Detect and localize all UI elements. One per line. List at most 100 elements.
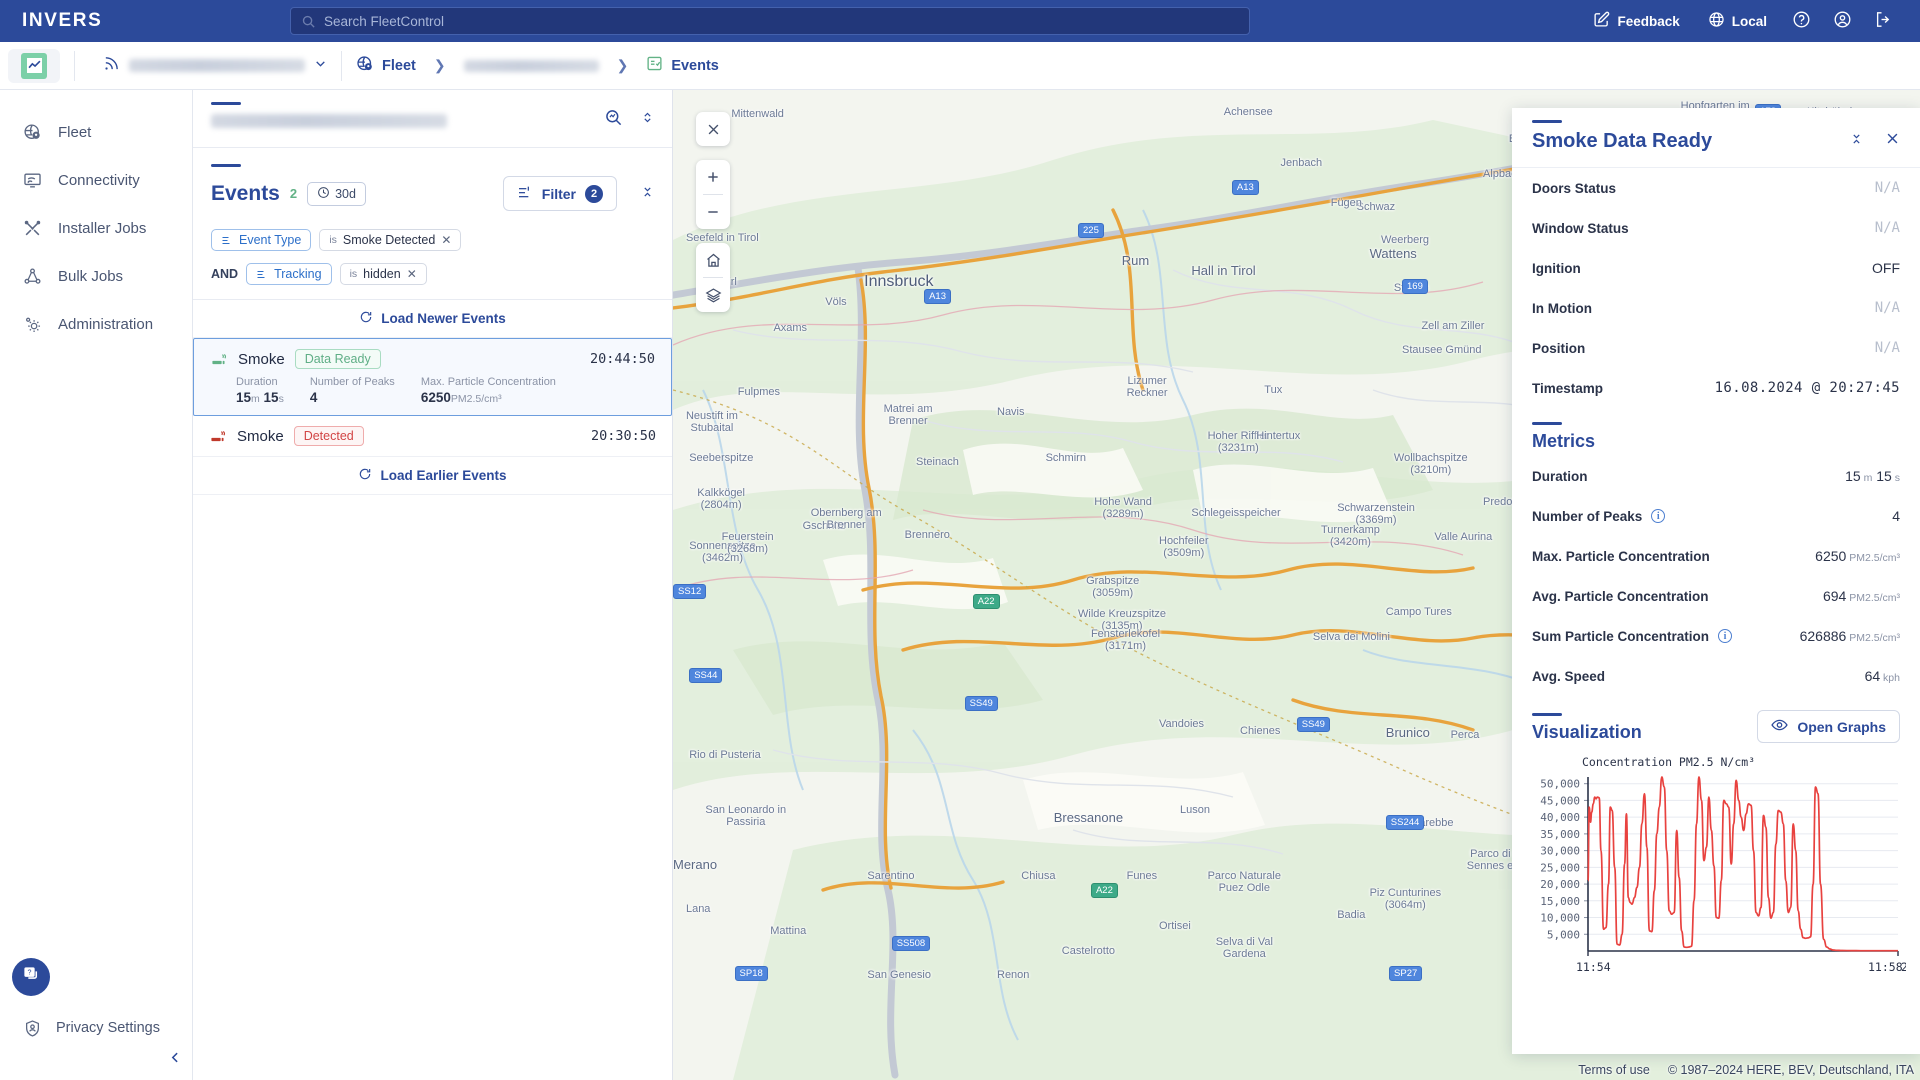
accent-bar	[211, 102, 241, 105]
question-circle-icon	[1792, 10, 1811, 32]
organization-name	[129, 59, 305, 72]
map-road-shield: SS244	[1385, 815, 1425, 830]
locale-label: Local	[1731, 13, 1767, 29]
status-value: N/A	[1874, 300, 1900, 316]
filter-field-label: Event Type	[239, 233, 302, 247]
svg-text:2: 2	[1901, 960, 1906, 974]
map-road-shield: SS12	[673, 584, 707, 599]
status-value: N/A	[1874, 220, 1900, 236]
event-list-item-selected[interactable]: Smoke Data Ready 20:44:50 Duration 15m 1…	[193, 338, 672, 416]
load-earlier-events-button[interactable]: Load Earlier Events	[193, 457, 672, 495]
eye-icon	[1771, 718, 1788, 735]
metrics-section-header: Metrics	[1512, 408, 1920, 456]
sidebar-collapse-button[interactable]	[169, 1050, 182, 1070]
filter-value-hidden[interactable]: is hidden ✕	[339, 263, 427, 285]
logout-icon	[1874, 10, 1893, 32]
metrics-title: Metrics	[1532, 431, 1596, 451]
sidebar-item-administration[interactable]: Administration	[0, 304, 192, 344]
status-badge: Detected	[293, 426, 364, 446]
smoke-ready-icon	[210, 350, 228, 368]
close-icon[interactable]	[696, 112, 730, 146]
search-placeholder: Search FleetControl	[324, 13, 445, 29]
metric-value: 4	[1892, 508, 1900, 524]
collapse-panel-icon[interactable]	[641, 184, 654, 204]
close-icon[interactable]	[1885, 131, 1900, 152]
filter-value-smoke-detected[interactable]: is Smoke Detected ✕	[319, 229, 462, 251]
events-header: Events 2 30d Filter 2	[193, 148, 672, 217]
zoom-in-icon[interactable]	[696, 160, 730, 194]
metric-key: Avg. Speed	[1532, 668, 1606, 684]
status-key: In Motion	[1532, 300, 1592, 316]
info-icon[interactable]: i	[1718, 629, 1733, 643]
logout-button[interactable]	[1863, 4, 1904, 38]
filter-icon	[517, 184, 533, 203]
map-road-shield: A13	[1231, 180, 1259, 196]
chevron-right-icon: ❯	[616, 57, 629, 73]
terms-of-use-link[interactable]: Terms of use	[1578, 1063, 1650, 1077]
filter-value-label: Smoke Detected	[342, 233, 436, 247]
zoom-out-icon[interactable]	[696, 195, 730, 229]
smoke-detected-icon	[209, 427, 227, 445]
global-search-input[interactable]: Search FleetControl	[290, 7, 1250, 35]
sidebar-item-connectivity[interactable]: Connectivity	[0, 160, 192, 200]
search-icon	[301, 14, 316, 29]
map-road-shield: SS44	[689, 667, 723, 683]
sidebar-item-installer-jobs[interactable]: Installer Jobs	[0, 208, 192, 248]
chevron-down-icon	[314, 57, 327, 75]
svg-text:45,000: 45,000	[1540, 794, 1580, 807]
breadcrumb-item-fleet[interactable]: Fleet	[356, 55, 416, 77]
gears-icon	[22, 314, 42, 334]
globe-icon	[1708, 11, 1725, 31]
metric-value: 6250 PM2.5/cm³	[1815, 548, 1900, 564]
chart-svg: 5,000 10,000 15,000 20,000 25,000 30,000 35,00…	[1540, 776, 1908, 974]
map-road-shield: A22	[972, 593, 1000, 609]
time-range-chip[interactable]: 30d	[307, 181, 366, 206]
remove-filter-icon[interactable]: ✕	[407, 267, 417, 281]
breadcrumb-item-device[interactable]	[463, 59, 599, 72]
load-newer-events-button[interactable]: Load Newer Events	[193, 300, 672, 338]
metric-key: Avg. Particle Concentration	[1532, 588, 1709, 604]
event-list-item[interactable]: Smoke Detected 20:30:50	[193, 416, 672, 457]
status-key: Position	[1532, 340, 1586, 356]
open-graphs-button[interactable]: Open Graphs	[1757, 710, 1900, 743]
help-chat-button[interactable]: ?	[12, 958, 50, 996]
app-logo[interactable]	[8, 48, 60, 83]
organization-selector[interactable]	[103, 55, 327, 77]
locale-button[interactable]: Local	[1694, 5, 1781, 37]
filter-field-tracking[interactable]: Tracking	[246, 263, 332, 285]
metric-value: 4	[309, 390, 318, 405]
layers-icon[interactable]	[696, 278, 730, 312]
events-panel: Events 2 30d Filter 2 Event Type is Smok…	[193, 90, 673, 1080]
home-icon[interactable]	[696, 243, 730, 277]
metric-value: 626886 PM2.5/cm³	[1799, 628, 1900, 644]
map-road-shield: A22	[1090, 883, 1118, 899]
svg-text:10,000: 10,000	[1540, 912, 1580, 925]
event-name: Smoke	[237, 427, 284, 445]
privacy-settings-button[interactable]: Privacy Settings	[0, 1018, 193, 1038]
remove-filter-icon[interactable]: ✕	[441, 233, 451, 247]
device-header	[193, 90, 672, 148]
expand-collapse-icon[interactable]	[641, 108, 654, 132]
help-button[interactable]	[1781, 4, 1822, 38]
events-count: 2	[289, 186, 298, 201]
account-button[interactable]	[1822, 4, 1863, 38]
event-metric-max-concentration: Max. Particle Concentration 6250PM2.5/cm…	[421, 376, 556, 405]
breadcrumb-item-events[interactable]: Events	[646, 55, 719, 76]
status-row: Window Status N/A	[1512, 208, 1920, 248]
map-controls	[696, 112, 730, 312]
filter-button[interactable]: Filter 2	[502, 176, 617, 211]
event-metric-duration: Duration 15m 15s	[236, 376, 284, 405]
sidebar-item-fleet[interactable]: Fleet	[0, 112, 192, 152]
metric-key: Duration	[1532, 468, 1588, 484]
breadcrumb-device-name	[463, 59, 599, 72]
search-device-icon[interactable]	[604, 108, 623, 132]
accent-bar	[211, 164, 241, 167]
top-bar-actions: Feedback Local	[1579, 4, 1920, 38]
event-time: 20:30:50	[590, 428, 656, 444]
info-icon[interactable]: i	[1651, 509, 1666, 523]
filter-field-event-type[interactable]: Event Type	[211, 229, 312, 251]
sidebar-item-bulk-jobs[interactable]: Bulk Jobs	[0, 256, 192, 296]
feedback-button[interactable]: Feedback	[1579, 5, 1693, 37]
refresh-icon	[359, 310, 373, 327]
collapse-icon[interactable]	[1850, 131, 1863, 152]
